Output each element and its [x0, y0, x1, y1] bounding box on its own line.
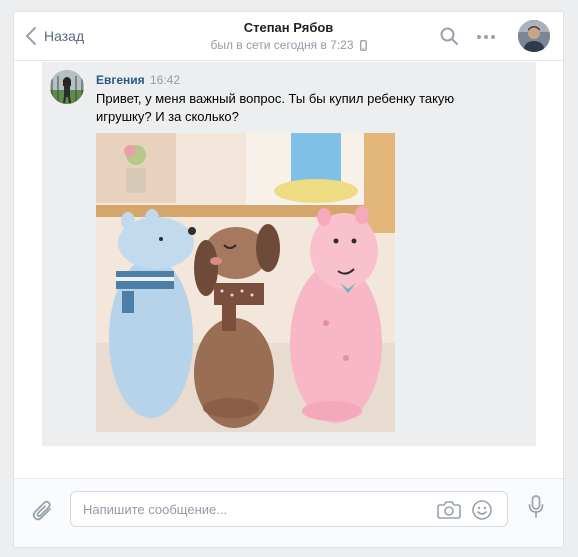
more-icon[interactable]	[476, 34, 496, 40]
paperclip-icon[interactable]	[32, 499, 54, 523]
message-area: Евгения 16:42 Привет, у меня важный вопр…	[42, 62, 536, 446]
microphone-icon[interactable]	[528, 495, 544, 519]
message-text: Привет, у меня важный вопрос. Ты бы купи…	[96, 91, 455, 124]
message-input-box[interactable]	[70, 491, 508, 527]
photo-attachment[interactable]	[96, 133, 395, 432]
mobile-icon	[359, 39, 367, 51]
chat-window: Назад Степан Рябов был в сети сегодня в …	[13, 11, 564, 548]
composer	[14, 478, 563, 547]
message-time: 16:42	[150, 73, 181, 87]
peer-status: был в сети сегодня в 7:23	[210, 38, 367, 52]
peer-status-text: был в сети сегодня в 7:23	[210, 38, 354, 52]
peer-name[interactable]: Степан Рябов	[14, 20, 563, 35]
smile-icon[interactable]	[471, 499, 493, 521]
message-input[interactable]	[83, 499, 423, 519]
message-author[interactable]: Евгения	[96, 73, 145, 87]
camera-icon[interactable]	[437, 500, 461, 520]
chat-header: Назад Степан Рябов был в сети сегодня в …	[14, 12, 563, 61]
search-icon[interactable]	[439, 26, 459, 46]
author-avatar[interactable]	[50, 70, 84, 104]
peer-avatar[interactable]	[518, 20, 550, 52]
